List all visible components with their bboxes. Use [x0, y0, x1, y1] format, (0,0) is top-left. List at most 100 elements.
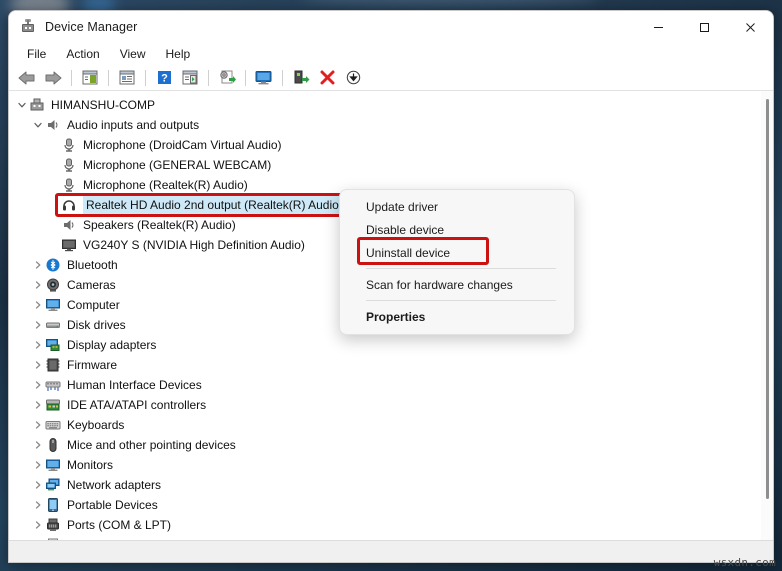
menu-help[interactable]: Help	[156, 45, 201, 63]
mouse-icon	[45, 437, 61, 453]
tree-item[interactable]: IDE ATA/ATAPI controllers	[9, 395, 761, 415]
window-controls	[635, 11, 773, 43]
chevron-right-icon[interactable]	[31, 500, 45, 510]
camera-icon	[45, 277, 61, 293]
toolbar-separator	[71, 69, 72, 86]
chevron-down-icon[interactable]	[15, 100, 29, 110]
hid-icon	[45, 377, 61, 393]
tree-item-label: Microphone (GENERAL WEBCAM)	[83, 158, 272, 172]
context-menu-item-disable-device[interactable]: Disable device	[340, 218, 574, 241]
disable-device-icon[interactable]	[341, 67, 365, 89]
context-menu-separator	[366, 300, 556, 301]
tree-item-label: Audio inputs and outputs	[67, 118, 200, 132]
toolbar-separator	[282, 69, 283, 86]
tree-item[interactable]: Firmware	[9, 355, 761, 375]
chevron-right-icon[interactable]	[31, 300, 45, 310]
headphones-icon	[61, 197, 77, 213]
tree-item[interactable]: Network adapters	[9, 475, 761, 495]
chevron-right-icon[interactable]	[31, 380, 45, 390]
chevron-down-icon[interactable]	[31, 120, 45, 130]
portable-device-icon	[45, 497, 61, 513]
printer-icon	[45, 537, 61, 540]
network-adapter-icon	[45, 477, 61, 493]
firmware-chip-icon	[45, 357, 61, 373]
tree-item-label: Microphone (Realtek(R) Audio)	[83, 178, 248, 192]
chevron-right-icon[interactable]	[31, 280, 45, 290]
tree-item-label: Keyboards	[67, 418, 125, 432]
chevron-right-icon[interactable]	[31, 440, 45, 450]
tree-item[interactable]: Audio inputs and outputs	[9, 115, 761, 135]
minimize-button[interactable]	[635, 11, 681, 43]
show-hide-action-pane-icon[interactable]	[178, 67, 202, 89]
status-bar	[9, 540, 773, 562]
forward-icon[interactable]	[41, 67, 65, 89]
maximize-button[interactable]	[681, 11, 727, 43]
monitor-audio-icon	[61, 237, 77, 253]
tree-item[interactable]: Monitors	[9, 455, 761, 475]
menu-file[interactable]: File	[17, 45, 56, 63]
display-adapter-icon	[45, 337, 61, 353]
scan-for-hardware-changes-icon[interactable]	[252, 67, 276, 89]
tree-item-label: Bluetooth	[67, 258, 118, 272]
microphone-icon	[61, 157, 77, 173]
tree-item-label: Cameras	[67, 278, 116, 292]
tree-root-item[interactable]: HIMANSHU-COMP	[9, 95, 761, 115]
context-menu-item-label: Scan for hardware changes	[366, 277, 513, 292]
tree-item-label: Ports (COM & LPT)	[67, 518, 172, 532]
computer-icon	[45, 297, 61, 313]
tree-item[interactable]: Portable Devices	[9, 495, 761, 515]
chevron-right-icon[interactable]	[31, 320, 45, 330]
tree-item-label: Human Interface Devices	[67, 378, 202, 392]
tree-item[interactable]: Human Interface Devices	[9, 375, 761, 395]
chevron-right-icon[interactable]	[31, 520, 45, 530]
tree-item-label: Print queues	[67, 535, 134, 540]
tree-item[interactable]: Microphone (DroidCam Virtual Audio)	[9, 135, 761, 155]
tree-item[interactable]: Keyboards	[9, 415, 761, 435]
context-menu-item-label: Update driver	[366, 199, 439, 214]
chevron-right-icon[interactable]	[31, 420, 45, 430]
svg-text:?: ?	[161, 73, 168, 85]
chevron-right-icon[interactable]	[31, 260, 45, 270]
chevron-right-icon[interactable]	[31, 400, 45, 410]
menu-action[interactable]: Action	[56, 45, 109, 63]
title-bar: Device Manager	[9, 11, 773, 43]
menu-view[interactable]: View	[110, 45, 156, 63]
keyboard-icon	[45, 417, 61, 433]
tree-item-label: Firmware	[67, 358, 117, 372]
tree-item[interactable]: Ports (COM & LPT)	[9, 515, 761, 535]
tree-item[interactable]: Display adapters	[9, 335, 761, 355]
tree-item-label: Realtek HD Audio 2nd output (Realtek(R) …	[83, 194, 346, 216]
help-icon[interactable]: ?	[152, 67, 176, 89]
close-button[interactable]	[727, 11, 773, 43]
back-icon[interactable]	[15, 67, 39, 89]
chevron-right-icon[interactable]	[31, 360, 45, 370]
context-menu-item-properties[interactable]: Properties	[340, 305, 574, 328]
toolbar-separator	[108, 69, 109, 86]
enable-device-icon[interactable]	[289, 67, 313, 89]
tree-item-label: Portable Devices	[67, 498, 158, 512]
properties-icon[interactable]	[115, 67, 139, 89]
port-icon	[45, 517, 61, 533]
chevron-right-icon[interactable]	[31, 340, 45, 350]
context-menu-item-uninstall-device[interactable]: Uninstall device	[340, 241, 574, 264]
tree-item[interactable]: Mice and other pointing devices	[9, 435, 761, 455]
device-manager-icon	[20, 19, 36, 35]
device-manager-window: Device Manager File Action View Help ? H…	[8, 10, 774, 563]
tree-item[interactable]: Microphone (GENERAL WEBCAM)	[9, 155, 761, 175]
context-menu-item-scan-for-hardware-changes[interactable]: Scan for hardware changes	[340, 273, 574, 296]
toolbar-separator	[145, 69, 146, 86]
tree-item[interactable]: Print queues	[9, 535, 761, 540]
scrollbar-thumb[interactable]	[766, 99, 769, 499]
desktop-background-blob	[300, 0, 600, 6]
uninstall-device-icon[interactable]	[315, 67, 339, 89]
context-menu-item-update-driver[interactable]: Update driver	[340, 195, 574, 218]
chevron-right-icon[interactable]	[31, 480, 45, 490]
update-driver-icon[interactable]	[215, 67, 239, 89]
show-hide-console-tree-icon[interactable]	[78, 67, 102, 89]
menu-bar: File Action View Help	[9, 43, 773, 65]
vertical-scrollbar[interactable]	[761, 91, 773, 540]
chevron-right-icon[interactable]	[31, 460, 45, 470]
tree-item-label: HIMANSHU-COMP	[51, 98, 155, 112]
watermark: wsxdn.com	[713, 556, 776, 569]
toolbar-separator	[245, 69, 246, 86]
